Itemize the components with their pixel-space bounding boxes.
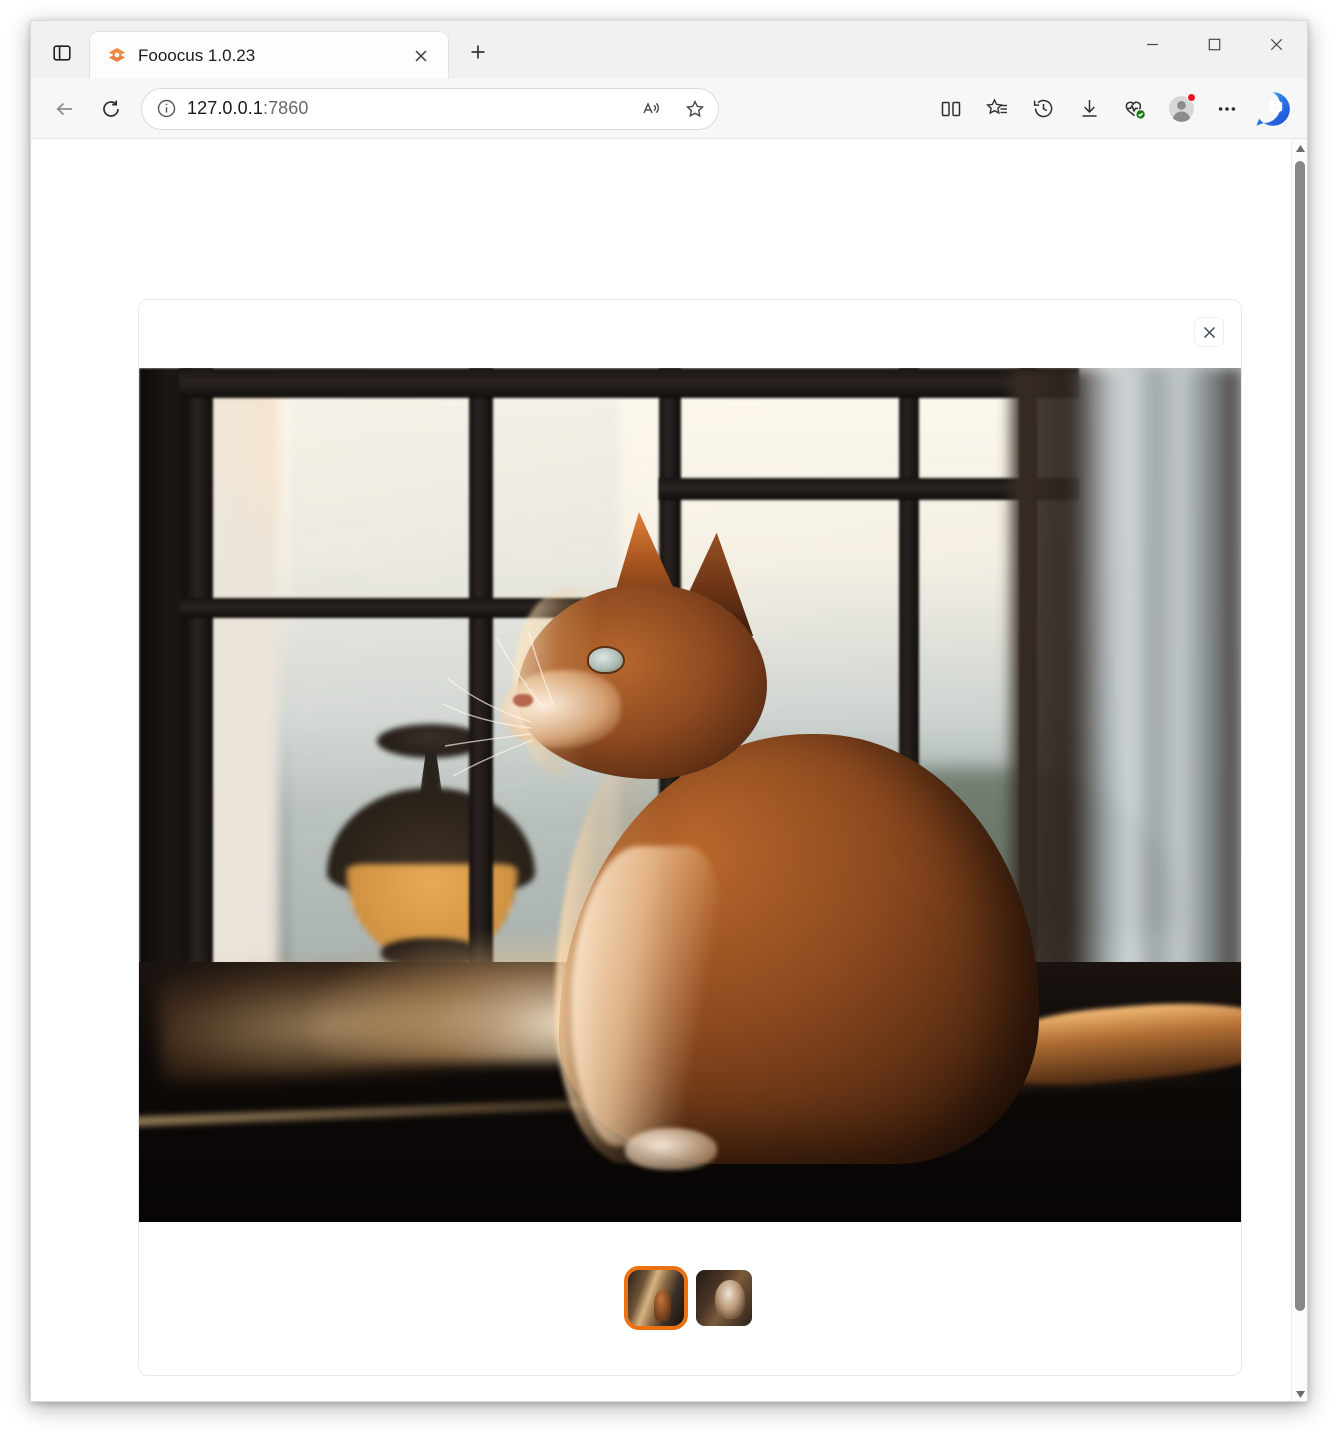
read-aloud-icon[interactable] — [634, 92, 668, 126]
scroll-up-arrow-icon[interactable] — [1292, 139, 1307, 157]
fooocus-app: a cat Generate Advanced — [31, 139, 1291, 1402]
profile-notification-dot — [1187, 93, 1196, 102]
scroll-down-arrow-icon[interactable] — [1292, 1385, 1307, 1402]
window-controls — [1121, 21, 1307, 67]
gallery-toolbar — [139, 300, 1241, 368]
new-tab-plus-icon[interactable] — [461, 35, 495, 69]
cat-subject — [439, 544, 1199, 1164]
tab-title: Fooocus 1.0.23 — [138, 46, 396, 66]
address-bar-url[interactable]: 127.0.0.1:7860 — [187, 98, 624, 119]
address-bar[interactable]: 127.0.0.1:7860 — [141, 88, 719, 130]
page-viewport: a cat Generate Advanced — [31, 139, 1307, 1402]
fooocus-layers-icon — [106, 45, 128, 67]
back-arrow-icon[interactable] — [43, 87, 87, 131]
split-screen-icon[interactable] — [929, 87, 973, 131]
generated-image[interactable] — [139, 368, 1241, 1222]
screen: Fooocus 1.0.23 — [0, 0, 1337, 1438]
downloads-arrow-icon[interactable] — [1067, 87, 1111, 131]
scrollbar-thumb[interactable] — [1295, 161, 1305, 1311]
browser-toolbar: 127.0.0.1:7860 — [31, 79, 1307, 139]
tab-strip: Fooocus 1.0.23 — [31, 21, 495, 79]
collections-star-icon[interactable] — [975, 87, 1019, 131]
maximize-icon[interactable] — [1183, 21, 1245, 67]
thumbnail-strip — [139, 1220, 1241, 1375]
image-scene — [139, 368, 1241, 1222]
gallery-close-icon[interactable] — [1194, 317, 1224, 347]
history-clock-icon[interactable] — [1021, 87, 1065, 131]
gallery-panel — [138, 299, 1242, 1376]
tab-close-icon[interactable] — [406, 41, 436, 71]
refresh-icon[interactable] — [89, 87, 133, 131]
info-circle-icon[interactable] — [156, 98, 177, 119]
performance-heart-icon[interactable] — [1113, 87, 1157, 131]
browser-window: Fooocus 1.0.23 — [30, 20, 1308, 1402]
thumbnail-item[interactable] — [696, 1270, 752, 1326]
url-host: 127.0.0.1 — [187, 98, 263, 118]
minimize-icon[interactable] — [1121, 21, 1183, 67]
url-port: :7860 — [263, 98, 309, 118]
profile-avatar-icon[interactable] — [1159, 87, 1203, 131]
bing-copilot-icon[interactable] — [1251, 87, 1295, 131]
browser-tab[interactable]: Fooocus 1.0.23 — [89, 31, 449, 79]
ellipsis-more-icon[interactable] — [1205, 87, 1249, 131]
star-add-icon[interactable] — [678, 92, 712, 126]
window-close-icon[interactable] — [1245, 21, 1307, 67]
thumbnail-item[interactable] — [628, 1270, 684, 1326]
tab-actions-icon[interactable] — [41, 32, 83, 74]
title-bar: Fooocus 1.0.23 — [31, 21, 1307, 79]
page-scrollbar[interactable] — [1291, 139, 1307, 1402]
